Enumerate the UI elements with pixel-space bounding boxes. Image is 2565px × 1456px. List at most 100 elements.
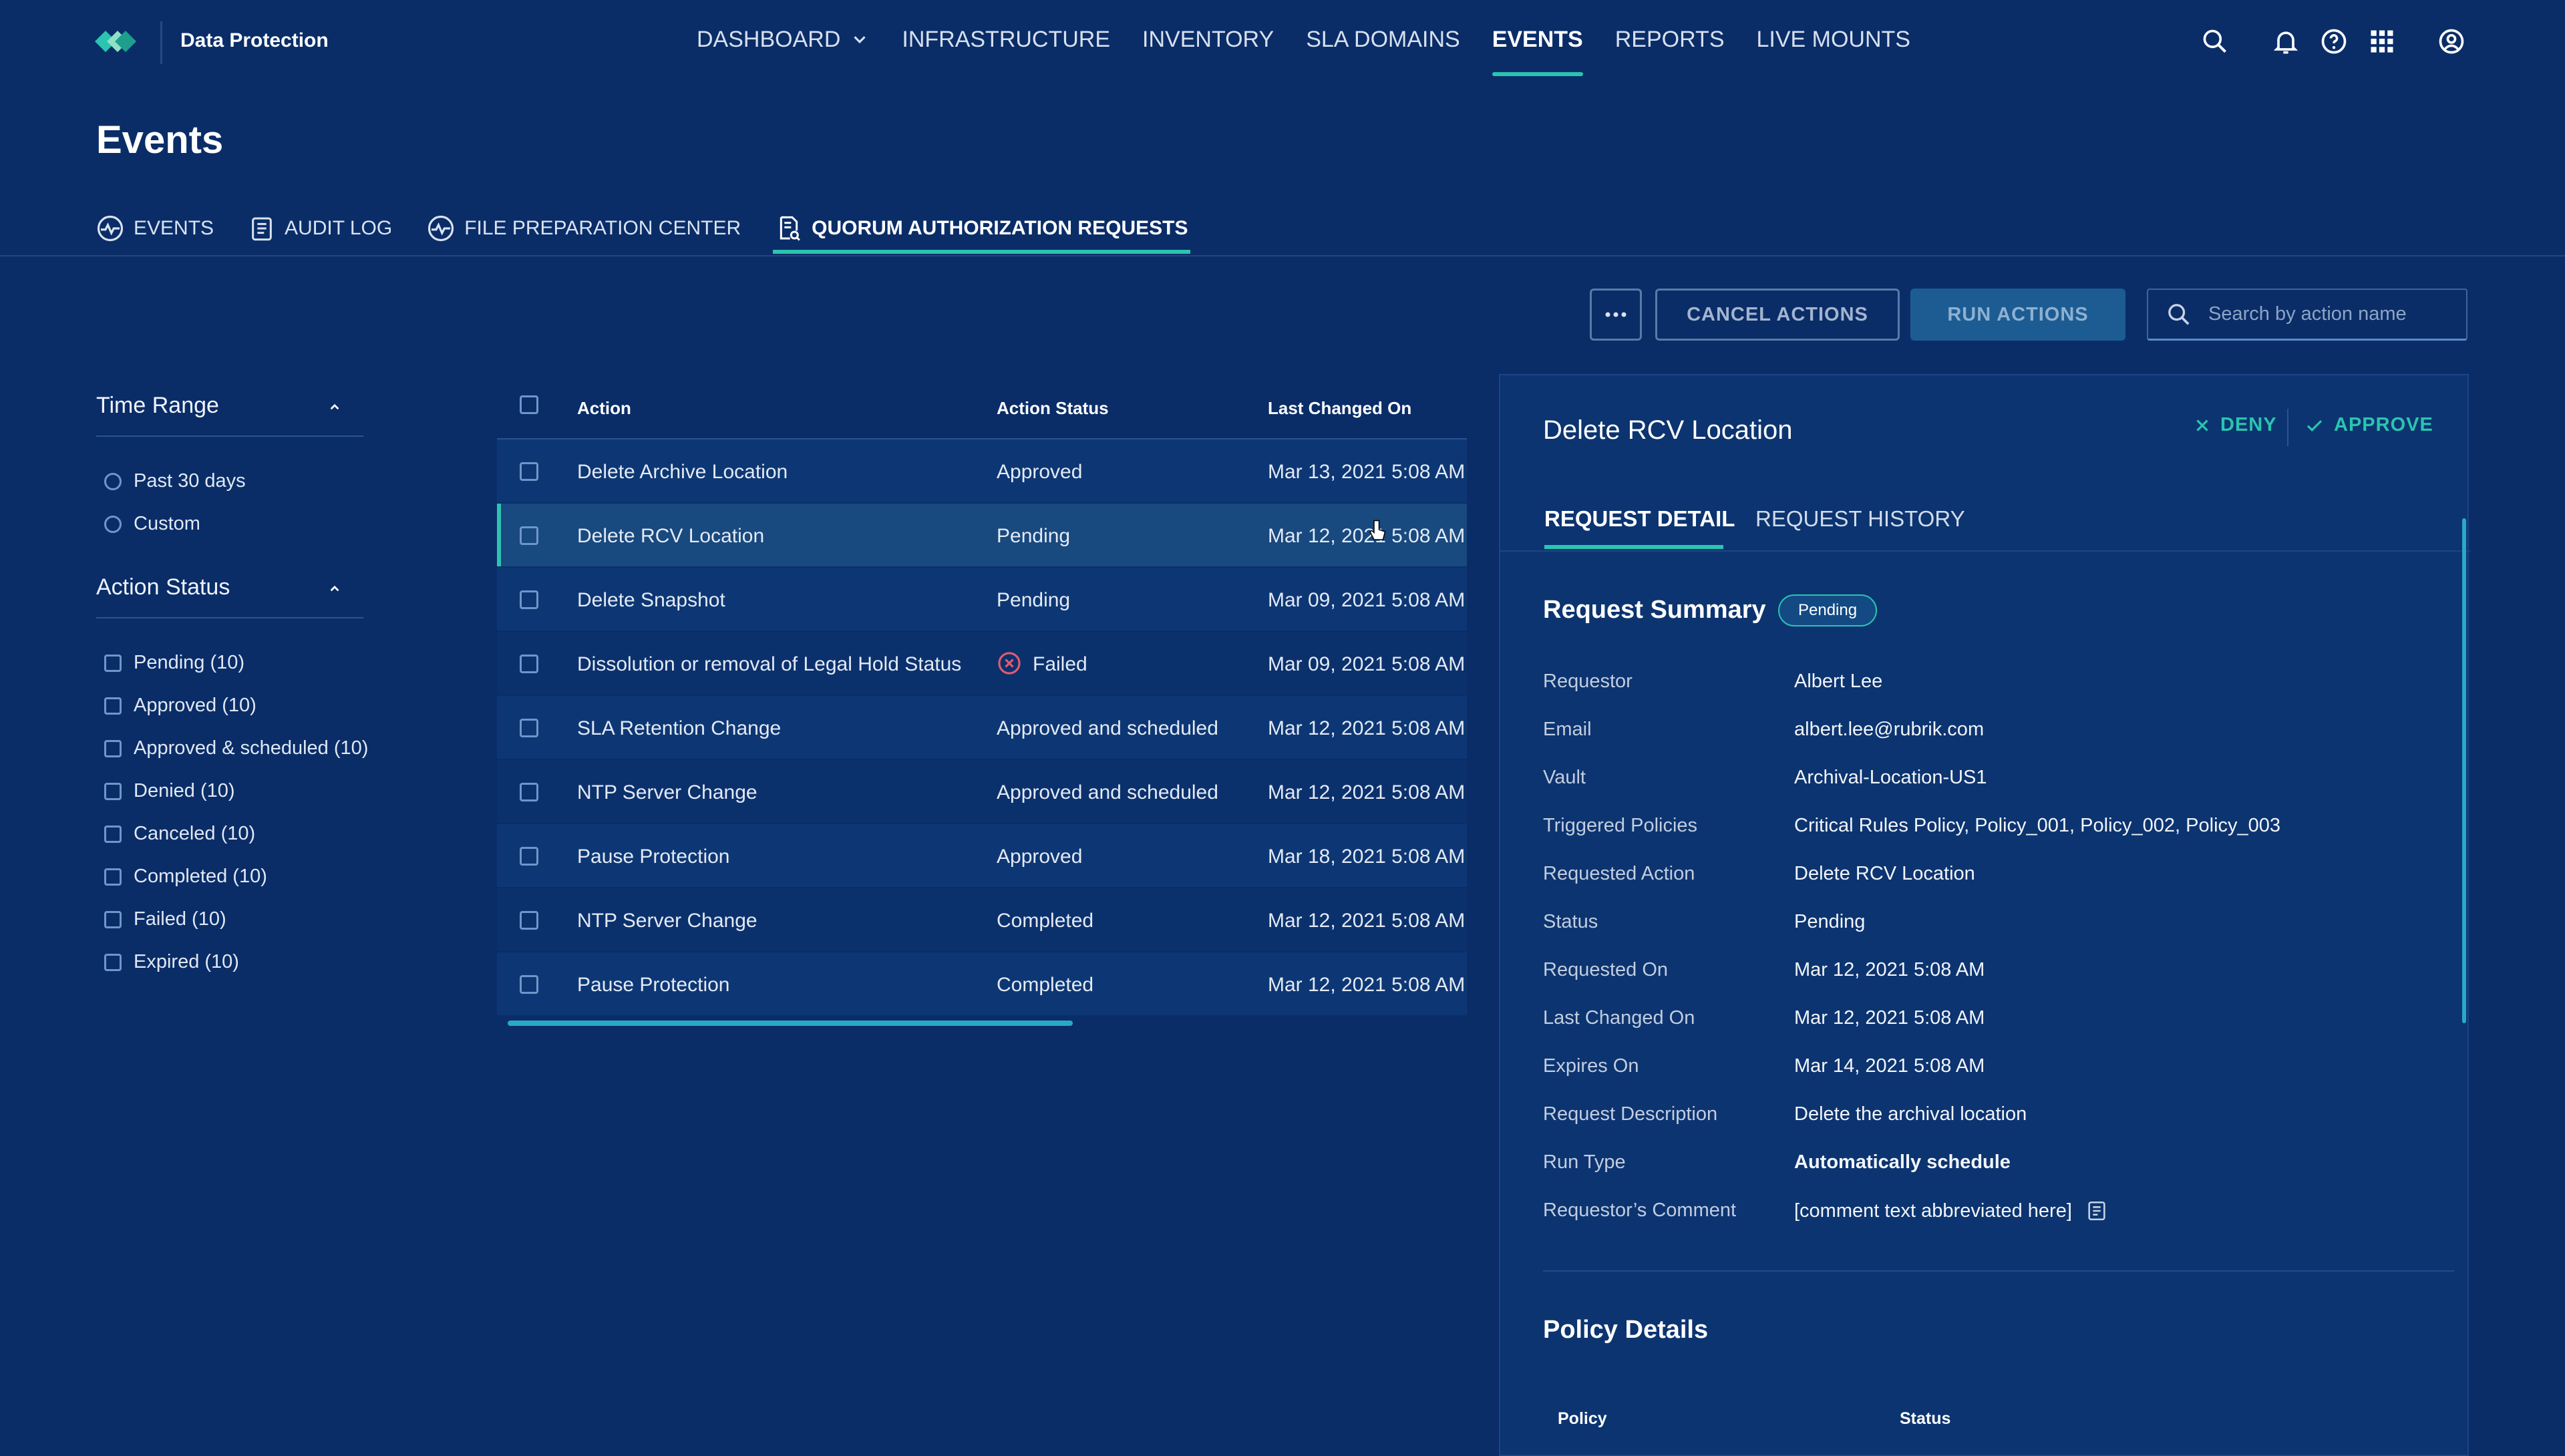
document-search-icon	[780, 216, 801, 241]
more-options-button[interactable]	[1590, 289, 1642, 341]
checkbox[interactable]	[104, 868, 122, 886]
row-checkbox[interactable]	[520, 719, 538, 737]
search-icon	[2168, 303, 2190, 325]
table-row[interactable]: Pause Protection Approved Mar 18, 2021 5…	[497, 824, 1467, 887]
field-value: Critical Rules Policy, Policy_001, Polic…	[1794, 815, 2281, 836]
row-checkbox[interactable]	[520, 911, 538, 930]
field-label: Expires On	[1543, 1055, 1639, 1077]
tab-request-detail[interactable]: REQUEST DETAIL	[1544, 506, 1735, 532]
tab-request-history[interactable]: REQUEST HISTORY	[1755, 506, 1965, 532]
tab-audit-log[interactable]: AUDIT LOG	[248, 208, 392, 248]
action-status-option[interactable]: Approved & scheduled (10)	[104, 737, 368, 759]
row-last-changed: Mar 18, 2021 5:08 AM	[1268, 846, 1466, 868]
table-row[interactable]: NTP Server Change Approved and scheduled…	[497, 760, 1467, 823]
select-all-checkbox[interactable]	[520, 395, 538, 414]
action-status-option[interactable]: Failed (10)	[104, 908, 226, 930]
checkbox[interactable]	[104, 825, 122, 843]
action-status-filter-header[interactable]: Action Status	[96, 574, 363, 600]
filter-divider	[96, 435, 363, 437]
action-status-option[interactable]: Completed (10)	[104, 866, 267, 888]
tab-events[interactable]: EVENTS	[96, 208, 214, 248]
nav-events[interactable]: EVENTS	[1492, 27, 1583, 76]
row-checkbox[interactable]	[520, 655, 538, 673]
nav-inventory[interactable]: INVENTORY	[1142, 27, 1274, 73]
nav-sla-domains-label: SLA DOMAINS	[1306, 27, 1460, 52]
tab-quorum-authorization-requests[interactable]: QUORUM AUTHORIZATION REQUESTS	[773, 208, 1191, 254]
table-header: Action Action Status Last Changed On	[497, 385, 1467, 439]
user-account-icon[interactable]	[2437, 27, 2466, 56]
row-checkbox[interactable]	[520, 783, 538, 801]
chevron-up-icon	[330, 585, 339, 592]
time-range-filter-header[interactable]: Time Range	[96, 393, 363, 419]
subtab-divider	[0, 255, 2565, 256]
action-status-option[interactable]: Expired (10)	[104, 951, 239, 973]
bell-icon[interactable]	[2271, 27, 2300, 56]
table-row[interactable]: Delete Archive Location Approved Mar 13,…	[497, 439, 1467, 502]
table-horizontal-scrollbar[interactable]	[508, 1021, 1073, 1026]
column-header-action[interactable]: Action	[577, 398, 631, 419]
option-label: Custom	[134, 513, 200, 534]
radio-button[interactable]	[104, 515, 122, 533]
table-row[interactable]: Pause Protection Completed Mar 12, 2021 …	[497, 952, 1467, 1015]
checkbox[interactable]	[104, 910, 122, 928]
time-range-option[interactable]: Custom	[104, 513, 200, 535]
checkbox[interactable]	[104, 697, 122, 715]
policy-status-column-header[interactable]: Status	[1900, 1409, 1950, 1429]
deny-button[interactable]: DENY	[2192, 414, 2277, 436]
action-status-option[interactable]: Denied (10)	[104, 780, 235, 802]
field-label: Requested Action	[1543, 863, 1695, 884]
row-checkbox[interactable]	[520, 847, 538, 866]
table-row[interactable]: Dissolution or removal of Legal Hold Sta…	[497, 632, 1467, 695]
search-icon[interactable]	[2200, 27, 2230, 56]
row-last-changed: Mar 12, 2021 5:08 AM	[1268, 974, 1466, 996]
field-label: Requested On	[1543, 959, 1669, 980]
checkbox[interactable]	[104, 739, 122, 757]
action-status-option[interactable]: Approved (10)	[104, 695, 256, 717]
column-header-action-status[interactable]: Action Status	[997, 398, 1109, 419]
tab-file-preparation-center[interactable]: FILE PREPARATION CENTER	[427, 208, 741, 248]
nav-live-mounts-label: LIVE MOUNTS	[1756, 27, 1910, 52]
clipboard-icon	[252, 217, 272, 241]
run-actions-button[interactable]: RUN ACTIONS	[1910, 289, 2125, 341]
app-logo-icon[interactable]	[95, 28, 138, 55]
help-icon[interactable]	[2319, 27, 2349, 56]
time-range-option[interactable]: Past 30 days	[104, 470, 246, 492]
chevron-down-icon	[854, 36, 866, 43]
row-checkbox[interactable]	[520, 975, 538, 994]
time-range-title: Time Range	[96, 393, 219, 418]
table-row[interactable]: SLA Retention Change Approved and schedu…	[497, 696, 1467, 759]
check-icon	[2306, 419, 2323, 431]
approve-button[interactable]: APPROVE	[2303, 414, 2433, 436]
nav-infrastructure[interactable]: INFRASTRUCTURE	[902, 27, 1110, 73]
nav-sla-domains[interactable]: SLA DOMAINS	[1306, 27, 1460, 73]
field-label: Last Changed On	[1543, 1007, 1695, 1029]
action-status-option[interactable]: Pending (10)	[104, 652, 244, 674]
app-name: Data Protection	[180, 29, 329, 51]
action-status-option[interactable]: Canceled (10)	[104, 823, 255, 845]
panel-vertical-scrollbar[interactable]	[2462, 518, 2466, 1023]
table-row-selected[interactable]: Delete RCV Location Pending Mar 12, 2021…	[497, 504, 1467, 566]
nav-live-mounts[interactable]: LIVE MOUNTS	[1757, 27, 1910, 73]
checkbox[interactable]	[104, 953, 122, 971]
apps-grid-icon[interactable]	[2367, 27, 2397, 56]
column-header-last-changed-on[interactable]: Last Changed On	[1268, 398, 1411, 419]
row-checkbox[interactable]	[520, 462, 538, 481]
checkbox[interactable]	[104, 654, 122, 672]
row-checkbox[interactable]	[520, 526, 538, 545]
radio-button[interactable]	[104, 472, 122, 490]
top-navigation-bar: Data Protection DASHBOARD INFRASTRUCTURE…	[0, 0, 2565, 85]
table-row[interactable]: Delete Snapshot Pending Mar 09, 2021 5:0…	[497, 568, 1467, 630]
field-value: albert.lee@rubrik.com	[1794, 719, 1985, 740]
policy-column-header[interactable]: Policy	[1558, 1409, 1607, 1429]
nav-dashboard[interactable]: DASHBOARD	[697, 27, 870, 73]
checkbox[interactable]	[104, 782, 122, 800]
table-row[interactable]: NTP Server Change Completed Mar 12, 2021…	[497, 888, 1467, 951]
expand-comment-icon[interactable]	[2085, 1200, 2108, 1222]
row-action: Pause Protection	[577, 974, 730, 996]
nav-reports[interactable]: REPORTS	[1615, 27, 1725, 73]
row-status: Approved and scheduled	[997, 717, 1218, 739]
option-label: Approved (10)	[134, 695, 256, 716]
cancel-actions-button[interactable]: CANCEL ACTIONS	[1655, 289, 1900, 341]
search-input[interactable]	[2207, 303, 2450, 326]
row-checkbox[interactable]	[520, 590, 538, 609]
